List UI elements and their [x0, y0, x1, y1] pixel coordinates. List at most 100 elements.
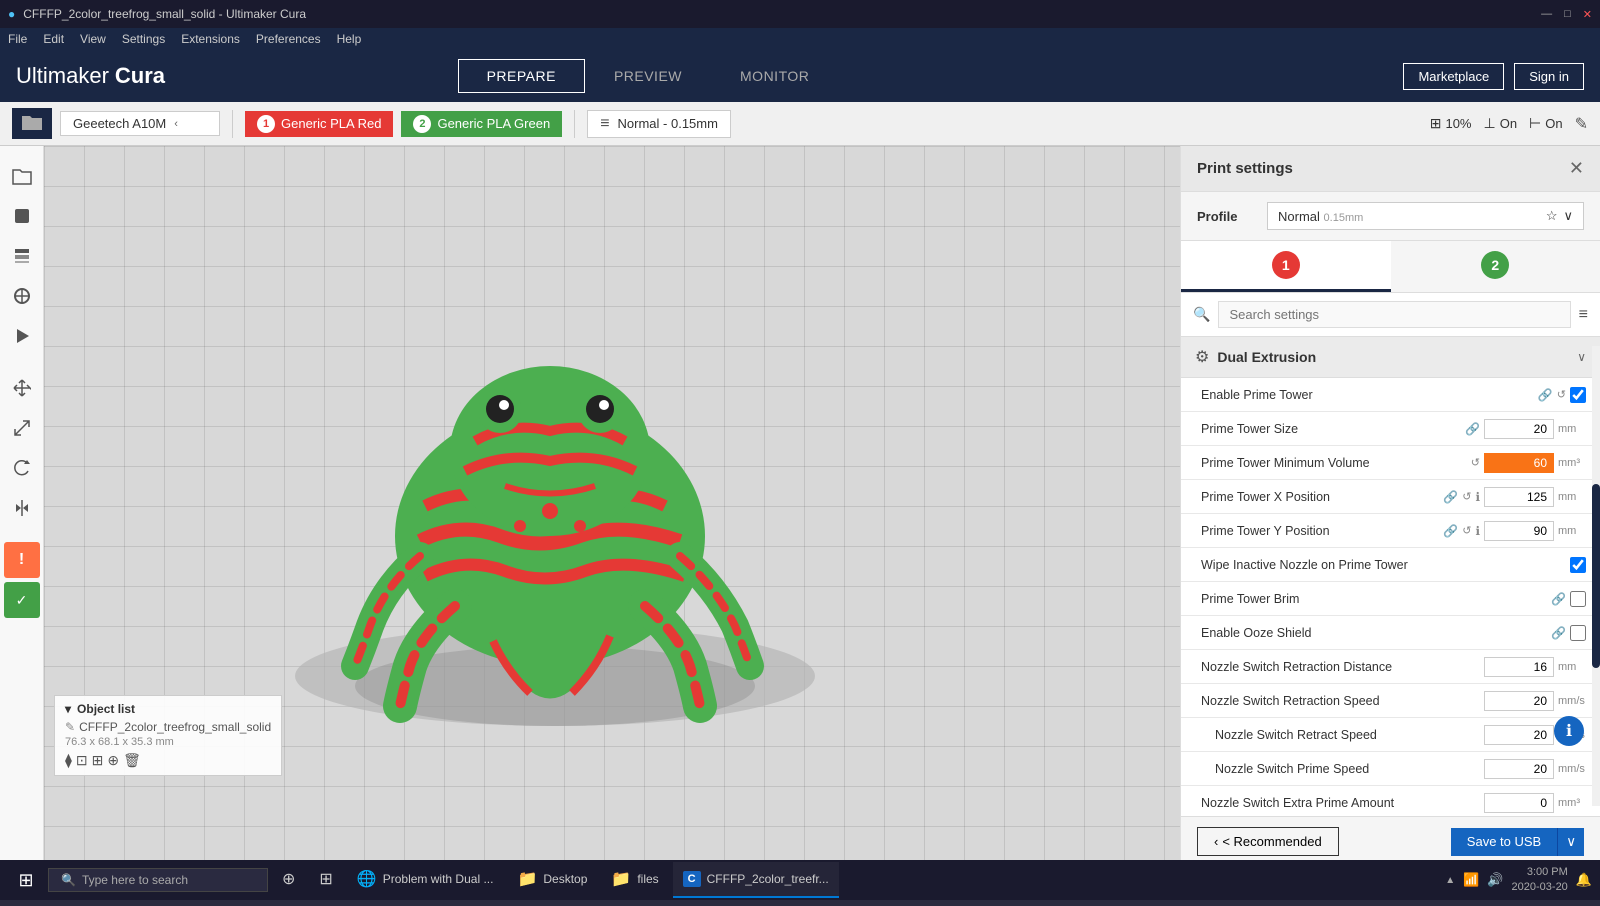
extruder2-tab[interactable]: 2	[1391, 241, 1600, 292]
menu-extensions[interactable]: Extensions	[181, 32, 240, 46]
nav-preview[interactable]: PREVIEW	[585, 59, 711, 93]
scrollbar-thumb[interactable]	[1592, 484, 1600, 668]
nozzle-switch-retract-speed-input[interactable]	[1484, 691, 1554, 711]
prime-tower-x-reset[interactable]: ↺	[1462, 490, 1471, 503]
support-value: On	[1500, 116, 1517, 131]
object-list-title[interactable]: ▾ Object list	[65, 702, 271, 716]
wipe-inactive-nozzle-checkbox[interactable]	[1570, 557, 1586, 573]
taskbar: ⊞ 🔍 Type here to search ⊕ ⊞ 🌐 Problem wi…	[0, 860, 1600, 900]
extruder-tabs: 1 2	[1181, 241, 1600, 293]
taskbar-item-chrome[interactable]: 🌐 Problem with Dual ...	[347, 862, 504, 898]
open-file-tool[interactable]	[4, 158, 40, 194]
network-icon[interactable]: 📶	[1463, 872, 1479, 888]
profile-selector[interactable]: ≡ Normal - 0.15mm	[587, 110, 731, 138]
minimize-btn[interactable]: —	[1541, 8, 1552, 21]
chevron-down-icon[interactable]: ∨	[1563, 208, 1573, 224]
prime-tower-min-vol-reset[interactable]: ↺	[1471, 456, 1480, 469]
prime-tower-brim-link[interactable]: 🔗	[1551, 592, 1566, 606]
open-folder-button[interactable]	[12, 108, 52, 139]
print-settings-close[interactable]: ✕	[1569, 158, 1584, 179]
extruder1-tab[interactable]: 1	[1181, 241, 1391, 292]
taskbar-item-action-center[interactable]: ⊕	[272, 862, 305, 898]
prime-tower-x-link[interactable]: 🔗	[1443, 490, 1458, 504]
prime-tower-y-input[interactable]	[1484, 521, 1554, 541]
viewport[interactable]: ▾ Object list ✎ CFFFP_2color_treefrog_sm…	[44, 146, 1180, 866]
prime-tower-y-reset[interactable]: ↺	[1462, 524, 1471, 537]
nav-prepare[interactable]: PREPARE	[458, 59, 585, 93]
object-icon-5[interactable]: 🗑	[123, 752, 141, 769]
volume-icon[interactable]: 🔊	[1487, 872, 1503, 888]
notification-icon[interactable]: 🔔	[1576, 872, 1592, 888]
object-icon-2[interactable]: ⊡	[76, 752, 88, 769]
close-btn[interactable]: ✕	[1583, 8, 1592, 21]
enable-prime-tower-checkbox[interactable]	[1570, 387, 1586, 403]
machine-selector[interactable]: Geeetech A10M ‹	[60, 111, 220, 136]
prime-tower-x-input[interactable]	[1484, 487, 1554, 507]
mirror-tool[interactable]	[4, 490, 40, 526]
warning-tool[interactable]: !	[4, 542, 40, 578]
extruder1-button[interactable]: 1 Generic PLA Red	[245, 111, 393, 137]
prime-tower-y-controls: 🔗 ↺ ℹ mm	[1443, 521, 1586, 541]
move-tool[interactable]	[4, 370, 40, 406]
enable-prime-tower-link[interactable]: 🔗	[1538, 388, 1553, 402]
nozzle-switch-extra-prime-input[interactable]	[1484, 793, 1554, 813]
prime-tower-x-info[interactable]: ℹ	[1475, 490, 1480, 504]
expand-icon[interactable]: ▲	[1445, 875, 1455, 886]
taskbar-item-files[interactable]: 📁 files	[601, 862, 668, 898]
rotate-tool[interactable]	[4, 450, 40, 486]
save-usb-button[interactable]: Save to USB	[1451, 828, 1557, 856]
start-button[interactable]: ⊞	[8, 862, 44, 898]
object-icon-4[interactable]: ⊕	[107, 752, 119, 769]
nozzle-switch-retract-speed-sub-input[interactable]	[1484, 725, 1554, 745]
extruder2-button[interactable]: 2 Generic PLA Green	[401, 111, 562, 137]
menu-view[interactable]: View	[80, 32, 106, 46]
scale-tool[interactable]	[4, 410, 40, 446]
save-dropdown-button[interactable]: ∨	[1557, 828, 1584, 856]
nozzle-switch-retract-dist-input[interactable]	[1484, 657, 1554, 677]
menu-help[interactable]: Help	[337, 32, 362, 46]
prime-tower-brim-checkbox[interactable]	[1570, 591, 1586, 607]
star-icon[interactable]: ☆	[1546, 208, 1558, 224]
system-clock[interactable]: 3:00 PM 2020-03-20	[1512, 865, 1568, 896]
enable-ooze-shield-checkbox[interactable]	[1570, 625, 1586, 641]
solid-view-tool[interactable]	[4, 198, 40, 234]
object-icon-3[interactable]: ⊞	[92, 752, 104, 769]
marketplace-button[interactable]: Marketplace	[1403, 63, 1504, 90]
info-button[interactable]: ℹ	[1554, 716, 1584, 746]
recommended-button[interactable]: ‹ < Recommended	[1197, 827, 1339, 856]
object-icon-1[interactable]: ⧫	[65, 752, 72, 769]
save-controls: Save to USB ∨	[1451, 828, 1584, 856]
prime-tower-y-link[interactable]: 🔗	[1443, 524, 1458, 538]
menu-file[interactable]: File	[8, 32, 27, 46]
adhesion-toggle[interactable]: ⊢ On	[1529, 115, 1563, 132]
menu-preferences[interactable]: Preferences	[256, 32, 321, 46]
preview-tool[interactable]	[4, 318, 40, 354]
taskbar-item-task-view[interactable]: ⊞	[309, 862, 342, 898]
settings-menu-icon[interactable]: ≡	[1579, 306, 1588, 324]
nozzle-switch-prime-speed-input[interactable]	[1484, 759, 1554, 779]
signin-button[interactable]: Sign in	[1514, 63, 1584, 90]
prime-tower-y-info[interactable]: ℹ	[1475, 524, 1480, 538]
maximize-btn[interactable]: □	[1564, 8, 1571, 21]
layer-view-tool[interactable]	[4, 238, 40, 274]
enable-ooze-shield-link[interactable]: 🔗	[1551, 626, 1566, 640]
menu-settings[interactable]: Settings	[122, 32, 165, 46]
prime-tower-size-link[interactable]: 🔗	[1465, 422, 1480, 436]
taskbar-search[interactable]: 🔍 Type here to search	[48, 868, 268, 892]
prime-tower-size-input[interactable]	[1484, 419, 1554, 439]
menu-edit[interactable]: Edit	[43, 32, 64, 46]
taskbar-item-cura[interactable]: C CFFFP_2color_treefr...	[673, 862, 839, 898]
xray-tool[interactable]	[4, 278, 40, 314]
nav-monitor[interactable]: MONITOR	[711, 59, 838, 93]
success-tool[interactable]: ✓	[4, 582, 40, 618]
dual-extrusion-section[interactable]: ⚙ Dual Extrusion ∨	[1181, 337, 1600, 378]
extruder2-material: Generic PLA Green	[437, 116, 550, 131]
support-toggle[interactable]: ⊥ On	[1484, 115, 1518, 132]
profile-selector-dropdown[interactable]: Normal 0.15mm ☆ ∨	[1267, 202, 1584, 230]
settings-pencil-icon[interactable]: ✎	[1575, 114, 1588, 134]
prime-tower-min-vol-input[interactable]	[1484, 453, 1554, 473]
settings-search-input[interactable]	[1218, 301, 1570, 328]
task-view-icon: ⊞	[319, 869, 332, 889]
enable-prime-tower-reset[interactable]: ↺	[1557, 388, 1566, 401]
taskbar-item-desktop[interactable]: 📁 Desktop	[507, 862, 597, 898]
